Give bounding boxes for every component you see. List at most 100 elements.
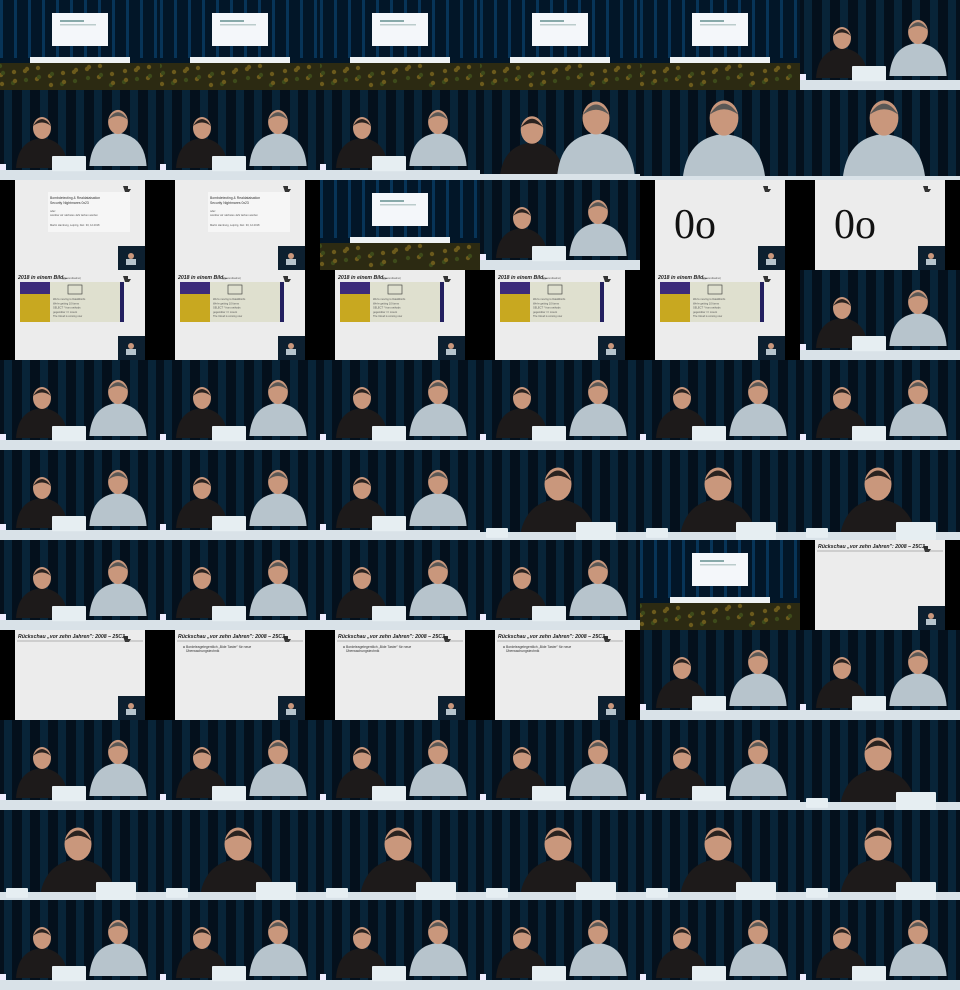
frame-oo-slide: 0o xyxy=(640,180,800,270)
frame-duo xyxy=(160,450,320,540)
laptop xyxy=(52,516,86,532)
laptop xyxy=(806,798,828,808)
frame-duo xyxy=(320,450,480,540)
slide-title: Rückschau „vor zehn Jahren": 2008 – 25C3 xyxy=(18,634,125,640)
frame-duo xyxy=(0,360,160,450)
laptop xyxy=(736,522,776,540)
slide-title: 2018 in einem Bild... xyxy=(497,275,548,281)
frame-review-slide-b: Rückschau „vor zehn Jahren": 2008 – 25C3… xyxy=(320,630,480,720)
slide-bullet-2: Überwachungstechnik xyxy=(346,649,380,653)
frame-image xyxy=(480,810,640,900)
laptop xyxy=(532,426,566,442)
laptop xyxy=(372,786,406,802)
frame-duo xyxy=(320,360,480,450)
laptop xyxy=(896,792,936,810)
frame-image xyxy=(640,360,800,450)
frame-image xyxy=(800,450,960,540)
frame-image: 2018 in einem Bild...(@jsoundsalmo) We're… xyxy=(160,270,320,360)
laptop xyxy=(52,786,86,802)
slide-big-text: 0o xyxy=(674,202,716,248)
frame-duo xyxy=(800,360,960,450)
frame-host-close xyxy=(640,810,800,900)
frame-photo-slide: 2018 in einem Bild... (@jsoundsalmo) We're… xyxy=(320,270,480,360)
frame-image xyxy=(160,450,320,540)
laptop xyxy=(852,426,886,442)
slide-title: Rückschau „vor zehn Jahren": 2008 – 25C3 xyxy=(178,634,285,640)
frame-duo xyxy=(0,90,160,180)
laptop xyxy=(532,606,566,622)
frame-duo xyxy=(480,720,640,810)
frame-image: 2018 in einem Bild...(@jsoundsalmo) We're… xyxy=(0,270,160,360)
slide-title: 2018 in einem Bild... xyxy=(657,275,708,281)
frame-duo xyxy=(320,90,480,180)
frame-host-close xyxy=(800,720,960,810)
note-line: SELECT * from.sethods xyxy=(693,306,721,310)
frame-image xyxy=(0,540,160,630)
slide-big-text: 0o xyxy=(834,202,876,248)
frame-image xyxy=(160,720,320,810)
projection-screen xyxy=(52,13,108,46)
frame-duo xyxy=(480,540,640,630)
note-line: We're getting 10 forms xyxy=(213,301,240,305)
laptop xyxy=(416,882,456,900)
frame-image: Rückschau „vor zehn Jahren": 2008 – 25C3… xyxy=(320,630,480,720)
slide-footer: Martin Hamburg, Leipzig, Dez. 30, 12.201… xyxy=(50,223,100,227)
frame-host-close xyxy=(320,810,480,900)
bullet-icon xyxy=(503,646,505,648)
frame-image xyxy=(0,900,160,990)
frame-image xyxy=(0,90,160,180)
note-line: The Cloud is coming now xyxy=(53,314,82,318)
frame-duo xyxy=(800,270,960,360)
frame-stage xyxy=(640,0,800,90)
frame-image xyxy=(800,810,960,900)
frame-image xyxy=(160,0,320,90)
frame-image: Bombdetecting & RealdataisationSecurity … xyxy=(160,180,320,270)
frame-image xyxy=(480,0,640,90)
slide-credit: (@jsoundsalmo) xyxy=(382,276,401,280)
frame-image xyxy=(640,900,800,990)
frame-image xyxy=(160,540,320,630)
slide-credit: (@jsoundsalmo) xyxy=(222,276,241,280)
flower-bed xyxy=(0,63,160,90)
frame-image xyxy=(800,270,960,360)
laptop xyxy=(372,966,406,982)
frame-host-close xyxy=(0,810,160,900)
laptop xyxy=(692,966,726,982)
frame-title-slide: Bombdetecting & Realdataisation Security … xyxy=(160,180,320,270)
frame-review-slide: Rückschau „vor zehn Jahren": 2008 – 25C3 xyxy=(800,540,960,630)
frame-image xyxy=(0,360,160,450)
frame-duo xyxy=(0,540,160,630)
laptop xyxy=(532,786,566,802)
bullet-icon xyxy=(183,646,185,648)
slide-title: Rückschau „vor zehn Jahren": 2008 – 25C3 xyxy=(498,634,605,640)
frame-oo-slide: 0o xyxy=(800,180,960,270)
frame-image xyxy=(160,900,320,990)
frame-host-close xyxy=(800,810,960,900)
note-line: gegenüber == mount xyxy=(693,310,717,314)
frame-image xyxy=(320,810,480,900)
note-line: We're getting 10 forms xyxy=(533,301,560,305)
frame-duo xyxy=(480,900,640,990)
frame-stage xyxy=(640,540,800,630)
laptop xyxy=(256,882,296,900)
frame-review-slide: Rückschau „vor zehn Jahren": 2008 – 25C3 xyxy=(0,630,160,720)
projection-screen xyxy=(372,13,428,46)
projection-screen xyxy=(212,13,268,46)
frame-title-slide: Bombdetecting & Realdataisation Security … xyxy=(0,180,160,270)
note-line: gegenüber == mount xyxy=(53,310,77,314)
projection-screen xyxy=(532,13,588,46)
frame-duo xyxy=(640,360,800,450)
laptop xyxy=(532,246,566,262)
note-line: We're moving to DataWords xyxy=(693,297,726,301)
frame-duo xyxy=(640,720,800,810)
frame-host-close xyxy=(640,450,800,540)
slide-title: 2018 in einem Bild... xyxy=(17,275,68,281)
laptop xyxy=(212,606,246,622)
projection-screen xyxy=(692,553,748,586)
laptop xyxy=(692,696,726,712)
note-line: We're getting 10 forms xyxy=(693,301,720,305)
laptop xyxy=(212,786,246,802)
frame-image xyxy=(0,450,160,540)
laptop xyxy=(6,888,28,898)
frame-duo xyxy=(0,720,160,810)
